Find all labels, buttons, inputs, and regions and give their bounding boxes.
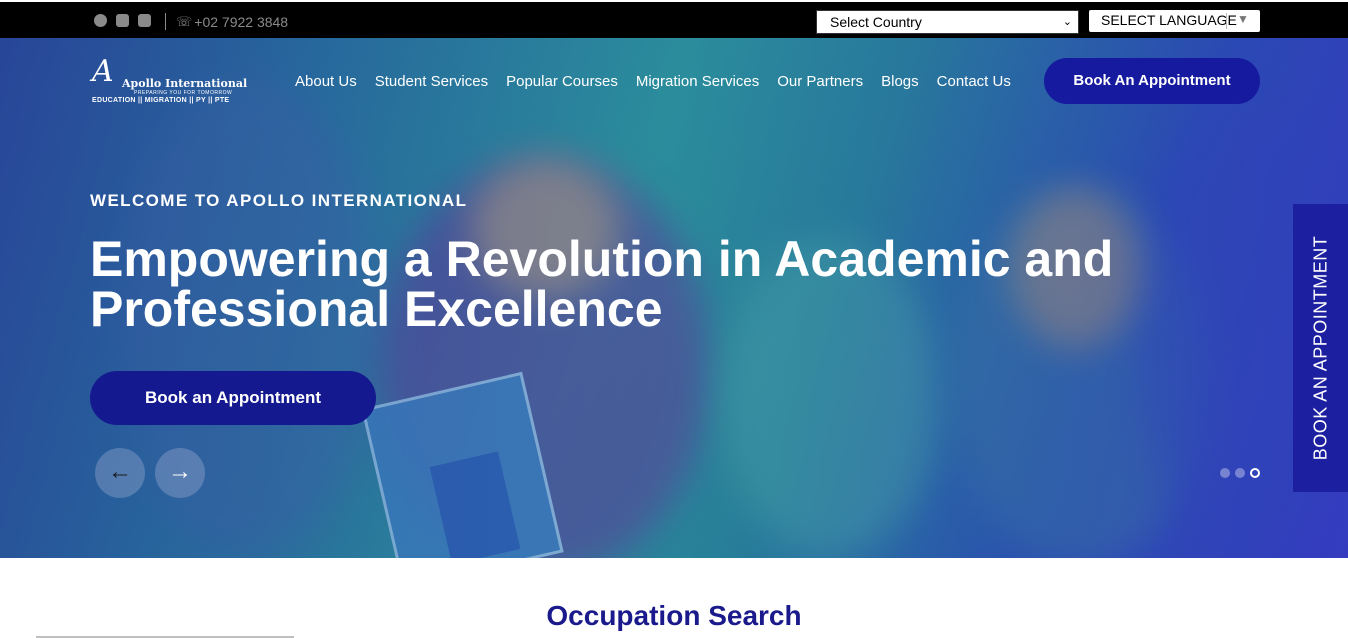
hero-cta-button[interactable]: Book an Appointment — [90, 371, 376, 425]
language-select-label: SELECT LANGUAGE — [1101, 12, 1237, 28]
side-tab-label: BOOK AN APPOINTMENT — [1310, 235, 1330, 461]
nav-our-partners[interactable]: Our Partners — [777, 73, 863, 90]
nav-popular-courses[interactable]: Popular Courses — [506, 73, 618, 90]
arrow-right-icon: → — [168, 458, 192, 485]
divider — [165, 13, 166, 30]
linkedin-icon[interactable] — [116, 14, 129, 27]
language-select[interactable]: SELECT LANGUAGE ▼ — [1089, 10, 1260, 32]
top-bar: ☏ +02 7922 3848 Select Country ⌄ SELECT … — [0, 0, 1348, 38]
country-select-value: Select Country — [830, 14, 922, 30]
slider-dots — [1220, 468, 1260, 478]
main-nav: About Us Student Services Popular Course… — [295, 73, 1029, 90]
nav-migration-services[interactable]: Migration Services — [636, 73, 759, 90]
nav-contact-us[interactable]: Contact Us — [937, 73, 1011, 90]
nav-blogs[interactable]: Blogs — [881, 73, 919, 90]
facebook-icon[interactable] — [94, 14, 107, 27]
nav-about-us[interactable]: About Us — [295, 73, 357, 90]
dropdown-arrow-icon: ▼ — [1237, 12, 1249, 26]
slider-dot[interactable] — [1235, 468, 1245, 478]
arrow-left-icon: ← — [108, 458, 132, 485]
logo-name: Apollo International — [122, 77, 248, 90]
country-select[interactable]: Select Country ⌄ — [816, 10, 1079, 34]
phone-link[interactable]: ☏ +02 7922 3848 — [176, 14, 288, 30]
slider-prev-button[interactable]: ← — [95, 448, 145, 498]
hero-headline: Empowering a Revolution in Academic and … — [90, 231, 1114, 337]
phone-icon: ☏ — [176, 14, 193, 29]
social-links — [94, 14, 151, 27]
instagram-icon[interactable] — [138, 14, 151, 27]
nav-student-services[interactable]: Student Services — [375, 73, 488, 90]
site-logo[interactable]: A Apollo International PREPARING YOU FOR… — [92, 54, 247, 107]
logo-tagline: PREPARING YOU FOR TOMORROW — [134, 90, 233, 96]
slider-dot[interactable] — [1220, 468, 1230, 478]
phone-number: +02 7922 3848 — [194, 14, 289, 30]
section-title: Occupation Search — [546, 600, 802, 631]
slider-next-button[interactable]: → — [155, 448, 205, 498]
chevron-down-icon: ⌄ — [1062, 16, 1072, 28]
logo-subtitle: EDUCATION || MIGRATION || PY || PTE — [92, 97, 230, 104]
hero-kicker: WELCOME TO APOLLO INTERNATIONAL — [90, 191, 468, 210]
divider — [1226, 13, 1227, 29]
side-appointment-tab[interactable]: BOOK AN APPOINTMENT — [1293, 204, 1348, 492]
logo-mark: A — [92, 54, 114, 89]
book-appointment-button[interactable]: Book An Appointment — [1044, 58, 1260, 104]
slider-dot-active[interactable] — [1250, 468, 1260, 478]
